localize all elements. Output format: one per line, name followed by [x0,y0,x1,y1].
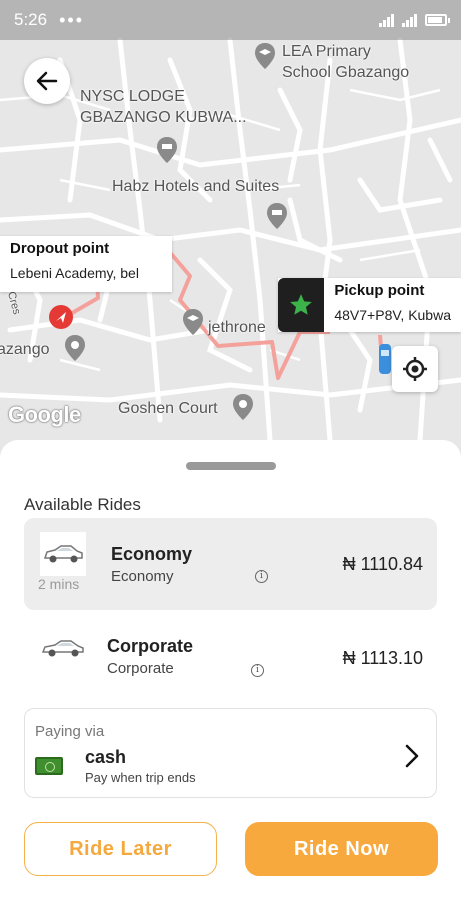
map-label-goshen: Goshen Court [118,400,218,417]
pickup-star-icon [278,278,325,332]
ride-later-button[interactable]: Ride Later [24,822,217,876]
map-label-jethrone: jethrone [208,319,266,336]
ride-subtitle: Economy [111,568,174,585]
ride-subtitle: Corporate [107,660,174,677]
payment-method-card[interactable]: Paying via cash Pay when trip ends [24,708,437,798]
sheet-drag-handle[interactable] [186,462,276,470]
map-label-lodge: NYSC LODGE GBAZANGO KUBWA... [80,88,247,126]
chevron-right-icon [405,744,419,768]
car-icon [40,532,86,576]
payment-method: cash [85,747,127,767]
ride-eta: 2 mins [38,576,80,592]
ride-name: Economy [111,544,193,564]
dropout-callout[interactable]: Dropout point Lebeni Academy, bel [0,236,172,292]
school-pin-icon [255,43,275,69]
hotel-pin-icon [157,137,177,163]
arrow-left-icon [36,71,58,91]
status-dots: ••• [59,9,84,30]
map-label-school: LEA Primary School Gbazango [282,43,410,81]
ride-now-button[interactable]: Ride Now [245,822,438,876]
available-rides-title: Available Rides [24,495,141,514]
ride-price: ₦ 1110.84 [342,554,423,574]
place-pin-icon [65,335,85,361]
google-attribution: Google [8,402,81,427]
map-label-hotel: Habz Hotels and Suites [112,178,280,195]
place-pin-icon [233,394,253,420]
school-pin-icon [183,309,203,335]
battery-icon [425,14,450,26]
bottom-sheet: Available Rides 2 mins Economy Economy i… [0,440,461,900]
paying-via-label: Paying via [35,723,105,740]
ride-option-corporate[interactable]: Corporate Corporate i ₦ 1113.10 [24,612,437,704]
status-time: 5:26 [14,10,48,29]
map-label-gbazango: azango [0,341,50,358]
info-icon[interactable]: i [255,570,268,583]
info-icon[interactable]: i [251,664,264,677]
dropout-title: Dropout point [10,240,110,257]
pickup-address: 48V7+P8V, Kubwa [334,307,451,323]
ride-name: Corporate [107,636,194,656]
map-view[interactable]: LEA Primary School Gbazango NYSC LODGE G… [0,0,461,460]
pickup-title: Pickup point [334,282,425,299]
signal-icon [402,13,417,27]
status-bar: 5:26 ••• [0,0,461,40]
dropout-marker-icon [49,305,73,329]
my-location-button[interactable] [392,346,438,392]
car-icon [40,626,86,670]
payment-description: Pay when trip ends [85,770,196,785]
cash-icon [35,757,63,775]
back-button[interactable] [24,58,70,104]
pickup-callout[interactable]: Pickup point 48V7+P8V, Kubwa [278,278,461,332]
dropout-address: Lebeni Academy, bel [10,265,139,281]
ride-price: ₦ 1113.10 [342,648,423,668]
hotel-pin-icon [267,203,287,229]
signal-icon [379,13,394,27]
crosshair-icon [403,357,427,381]
ride-option-economy[interactable]: 2 mins Economy Economy i ₦ 1110.84 [24,518,437,610]
